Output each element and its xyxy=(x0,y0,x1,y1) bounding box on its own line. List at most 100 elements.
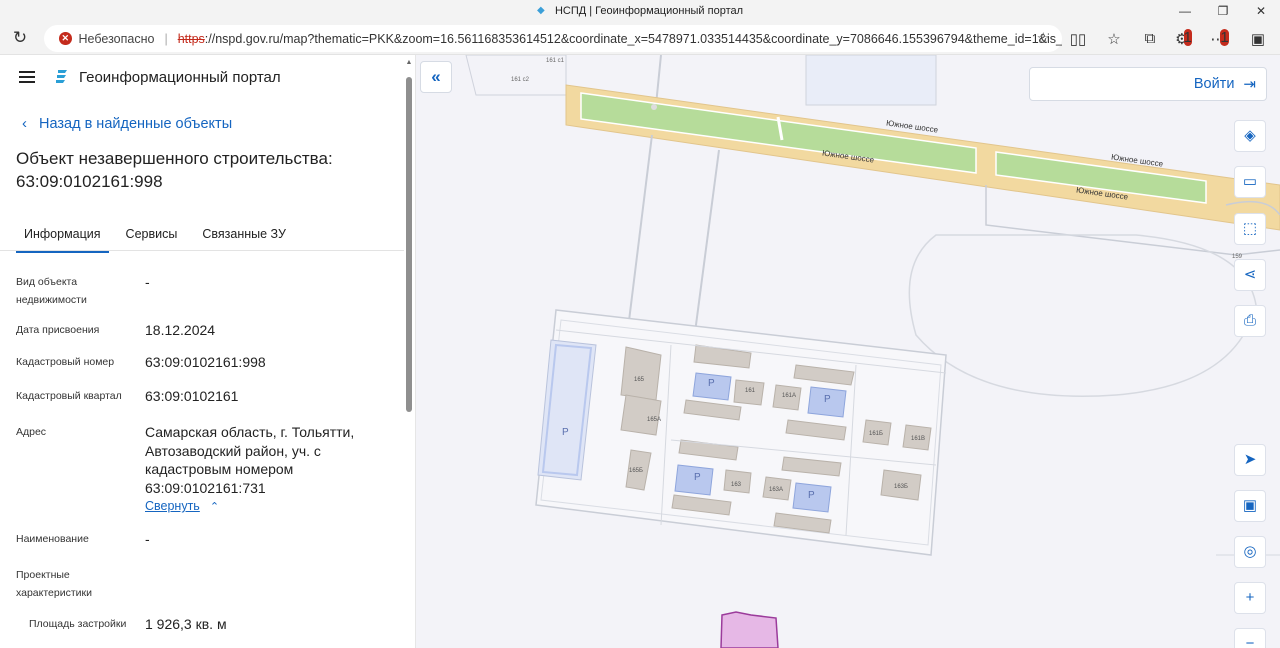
tab-services[interactable]: Сервисы xyxy=(118,221,186,253)
minimize-icon[interactable]: — xyxy=(1166,0,1204,22)
property-value: - xyxy=(145,274,150,290)
property-value: - xyxy=(145,531,150,547)
property-value: Самарская область, г. Тольятти, Автозаво… xyxy=(145,424,355,496)
favorite-star-icon[interactable]: ☆ xyxy=(1037,29,1050,47)
parking-label: P xyxy=(808,490,815,501)
site-favicon-icon: ◆ xyxy=(536,5,545,16)
map-view[interactable]: Южное шоссе Южное шоссе Южное шоссе Южно… xyxy=(416,55,1280,648)
property-label: Площадь застройки xyxy=(29,618,127,630)
property-label: Адрес xyxy=(16,426,47,438)
building-label: 161Б xyxy=(869,431,883,437)
property-label: Кадастровый номер xyxy=(16,356,115,368)
browser-toolbar: ↻ ✕ Небезопасно | https ://nspd.gov.ru/m… xyxy=(0,22,1280,55)
property-label: Вид объекта недвижимости xyxy=(16,276,87,306)
parking-label: P xyxy=(694,472,701,483)
minimap-button[interactable]: ▣ xyxy=(1234,490,1266,522)
tab-information[interactable]: Информация xyxy=(16,221,109,253)
collapse-panel-button[interactable]: « xyxy=(420,61,452,93)
object-title: Объект незавершенного строительства: 63:… xyxy=(16,149,333,191)
close-window-icon[interactable]: ✕ xyxy=(1242,0,1280,22)
login-button[interactable]: Войти ⇥ xyxy=(1029,67,1267,101)
browser-tools: ▯▯ ☆ ⧉ ⚙1 ⋯1 ▣ xyxy=(1060,22,1276,55)
ruler-icon: ▭ xyxy=(1242,173,1258,190)
share-icon: ⋖ xyxy=(1243,266,1257,283)
menu-badge: 1 xyxy=(1220,28,1229,46)
not-secure-icon[interactable]: ✕ xyxy=(59,32,72,45)
share-button[interactable]: ⋖ xyxy=(1234,259,1266,291)
zoom-in-button[interactable]: + xyxy=(1234,582,1266,614)
geo-search-button[interactable]: ◎ xyxy=(1234,536,1266,568)
back-to-results-link[interactable]: ‹ Назад в найденные объекты xyxy=(22,115,232,132)
tab-bar: Информация Сервисы Связанные ЗУ xyxy=(16,221,303,253)
select-area-button[interactable]: ⬚ xyxy=(1234,213,1266,245)
scroll-up-icon[interactable]: ▲ xyxy=(405,59,413,67)
address-separator: | xyxy=(164,31,168,46)
parking-label: P xyxy=(562,427,569,438)
url-text[interactable]: ://nspd.gov.ru/map?thematic=PKK&zoom=16.… xyxy=(205,32,1062,46)
property-label: Наименование xyxy=(16,533,89,545)
info-panel: Геоинформационный портал ‹ Назад в найде… xyxy=(0,55,416,648)
split-screen-icon[interactable]: ▯▯ xyxy=(1060,30,1096,48)
more-menu-icon[interactable]: ⋯1 xyxy=(1204,28,1240,48)
window-title: НСПД | Геоинформационный портал xyxy=(554,5,744,17)
login-label[interactable]: Войти xyxy=(1194,76,1235,92)
building-label: 163А xyxy=(769,487,784,493)
extension-badge: 1 xyxy=(1183,28,1192,46)
locate-icon: ➤ xyxy=(1243,451,1257,468)
property-value: 1 926,3 кв. м xyxy=(145,616,227,632)
geo-search-icon: ◎ xyxy=(1243,543,1257,560)
parking-label: P xyxy=(708,378,715,389)
zoom-in-icon: + xyxy=(1245,589,1255,606)
print-button[interactable]: ⎙ xyxy=(1234,305,1266,337)
portal-logo-icon xyxy=(56,70,67,83)
property-label: Дата присвоения xyxy=(16,324,100,336)
sidebar-toggle-icon[interactable]: ▣ xyxy=(1240,30,1276,48)
url-scheme[interactable]: https xyxy=(178,32,205,46)
login-arrow-icon: ⇥ xyxy=(1243,76,1256,93)
select-area-icon: ⬚ xyxy=(1242,220,1258,237)
layers-button[interactable]: ◈ xyxy=(1234,120,1266,152)
locate-button[interactable]: ➤ xyxy=(1234,444,1266,476)
collections-icon[interactable]: ⧉ xyxy=(1132,30,1168,47)
security-label[interactable]: Небезопасно xyxy=(79,32,155,46)
minimap-icon: ▣ xyxy=(1242,497,1258,514)
panel-header: Геоинформационный портал xyxy=(0,55,415,99)
building-label: 163 xyxy=(731,482,742,488)
building-label: 161В xyxy=(911,436,926,442)
window-titlebar: ◆ НСПД | Геоинформационный портал — ❐ ✕ xyxy=(0,0,1280,22)
menu-icon[interactable] xyxy=(19,71,35,83)
address-bar[interactable]: ✕ Небезопасно | https ://nspd.gov.ru/map… xyxy=(44,25,1062,52)
property-value: 18.12.2024 xyxy=(145,322,216,338)
collapse-address-link[interactable]: Свернуть ⌃ xyxy=(145,499,219,513)
map-canvas[interactable] xyxy=(416,55,1280,648)
extensions-icon[interactable]: ⚙1 xyxy=(1168,28,1204,48)
favorites-icon[interactable]: ☆ xyxy=(1096,30,1132,48)
scroll-thumb[interactable] xyxy=(406,77,412,412)
property-label: Кадастровый квартал xyxy=(16,390,122,402)
chevron-left-icon: ‹ xyxy=(22,115,27,132)
layers-icon: ◈ xyxy=(1244,127,1256,144)
property-value: 63:09:0102161 xyxy=(145,388,239,404)
building-label: 161А xyxy=(782,393,797,399)
building-label: 161 с1 xyxy=(546,58,565,64)
building-label: 161 с2 xyxy=(511,77,530,83)
panel-scrollbar[interactable]: ▲ xyxy=(405,59,413,648)
collapse-label[interactable]: Свернуть xyxy=(145,499,200,513)
back-label[interactable]: Назад в найденные объекты xyxy=(39,116,232,132)
zoom-out-button[interactable]: − xyxy=(1234,628,1266,648)
building-label: 163Б xyxy=(894,484,908,490)
building-label: 165Б xyxy=(629,468,643,474)
print-icon: ⎙ xyxy=(1243,312,1256,329)
building-label: 165А xyxy=(647,417,662,423)
building-label: 165 xyxy=(634,377,645,383)
parking-label: P xyxy=(824,394,831,405)
portal-title: Геоинформационный портал xyxy=(79,68,281,86)
window-controls: — ❐ ✕ xyxy=(1166,0,1280,22)
property-value: 63:09:0102161:998 xyxy=(145,354,266,370)
tab-related-plots[interactable]: Связанные ЗУ xyxy=(194,221,294,253)
maximize-icon[interactable]: ❐ xyxy=(1204,0,1242,22)
reload-icon[interactable]: ↻ xyxy=(0,28,40,48)
tabs-divider xyxy=(0,250,404,251)
measure-button[interactable]: ▭ xyxy=(1234,166,1266,198)
zoom-out-icon: − xyxy=(1245,635,1255,648)
